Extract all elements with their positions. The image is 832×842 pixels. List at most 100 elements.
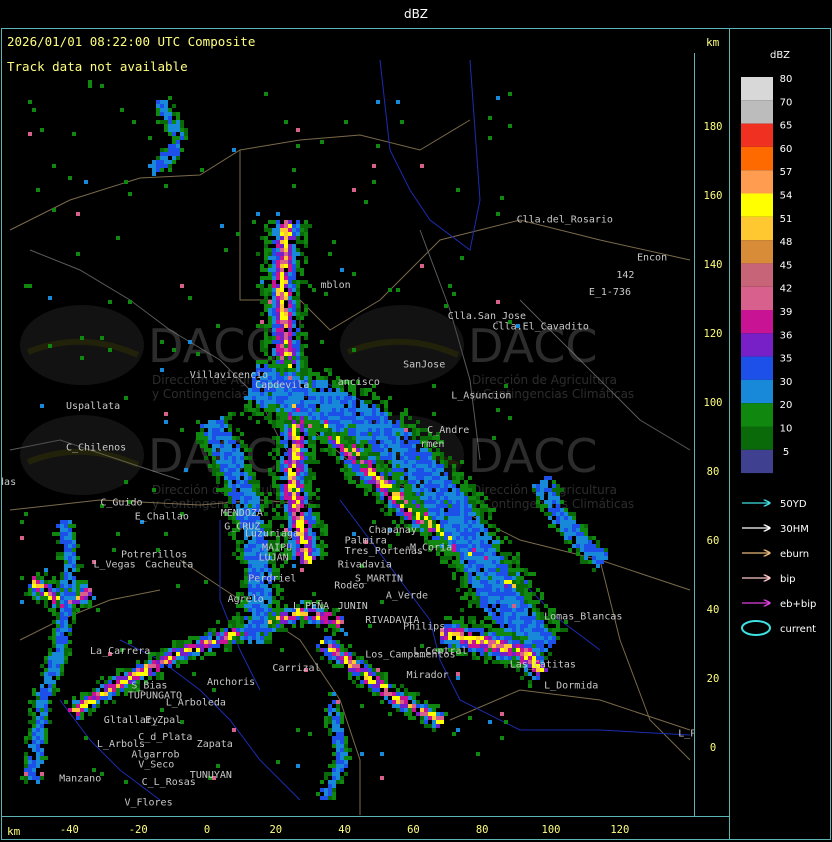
echo-pixel xyxy=(276,308,280,312)
echo-pixel xyxy=(304,552,308,556)
echo-pixel xyxy=(360,472,364,476)
echo-pixel xyxy=(296,240,300,244)
echo-pixel xyxy=(428,456,432,460)
echo-pixel xyxy=(364,448,368,452)
echo-pixel xyxy=(376,416,380,420)
echo-pixel xyxy=(276,264,280,268)
echo-pixel xyxy=(284,496,288,500)
echo-pixel xyxy=(268,368,272,372)
echo-pixel xyxy=(416,508,420,512)
echo-pixel xyxy=(452,512,456,516)
echo-pixel xyxy=(440,452,444,456)
echo-pixel xyxy=(280,308,284,312)
echo-pixel xyxy=(360,388,364,392)
echo-pixel xyxy=(368,388,372,392)
echo-pixel xyxy=(264,360,268,364)
echo-pixel xyxy=(300,392,304,396)
echo-pixel xyxy=(292,264,296,268)
radar-map[interactable]: DACCDirección de Agriculturay Contingenc… xyxy=(0,59,708,815)
echo-pixel xyxy=(352,480,356,484)
echo-pixel xyxy=(352,424,356,428)
echo-pixel xyxy=(292,404,296,408)
echo-pixel xyxy=(304,244,308,248)
echo-pixel xyxy=(368,416,372,420)
echo-pixel xyxy=(308,428,312,432)
echo-pixel xyxy=(360,448,364,452)
echo-pixel xyxy=(352,416,356,420)
echo-pixel xyxy=(420,464,424,468)
echo-pixel xyxy=(304,484,308,488)
echo-pixel xyxy=(492,508,496,512)
echo-pixel xyxy=(288,464,292,468)
echo-pixel xyxy=(328,440,332,444)
echo-pixel xyxy=(276,260,280,264)
echo-pixel xyxy=(496,560,500,564)
echo-pixel xyxy=(400,456,404,460)
echo-pixel xyxy=(284,460,288,464)
echo-pixel xyxy=(460,484,464,488)
echo-pixel xyxy=(392,452,396,456)
echo-pixel xyxy=(336,388,340,392)
echo-pixel xyxy=(396,500,400,504)
echo-pixel xyxy=(392,480,396,484)
echo-pixel xyxy=(328,424,332,428)
echo-pixel xyxy=(296,368,300,372)
echo-pixel xyxy=(296,356,300,360)
echo-pixel xyxy=(384,436,388,440)
echo-pixel xyxy=(292,496,296,500)
echo-pixel xyxy=(288,396,292,400)
echo-pixel xyxy=(388,488,392,492)
echo-pixel xyxy=(296,364,300,368)
echo-pixel xyxy=(360,468,364,472)
echo-pixel xyxy=(356,420,360,424)
echo-pixel xyxy=(300,416,304,420)
echo-pixel xyxy=(384,400,388,404)
echo-pixel xyxy=(264,344,268,348)
echo-pixel xyxy=(288,300,292,304)
echo-pixel xyxy=(284,256,288,260)
echo-pixel xyxy=(348,436,352,440)
echo-pixel xyxy=(280,468,284,472)
echo-pixel xyxy=(400,416,404,420)
echo-pixel xyxy=(296,544,300,548)
echo-pixel xyxy=(324,404,328,408)
echo-pixel xyxy=(348,468,352,472)
echo-pixel xyxy=(308,472,312,476)
echo-pixel xyxy=(344,392,348,396)
echo-pixel xyxy=(300,460,304,464)
echo-pixel xyxy=(376,488,380,492)
echo-pixel xyxy=(412,460,416,464)
echo-pixel xyxy=(376,496,380,500)
echo-pixel xyxy=(304,240,308,244)
echo-pixel xyxy=(328,452,332,456)
echo-pixel xyxy=(384,512,388,516)
echo-pixel xyxy=(392,464,396,468)
echo-pixel xyxy=(264,236,268,240)
echo-pixel xyxy=(316,548,320,552)
echo-pixel xyxy=(268,400,272,404)
echo-pixel xyxy=(272,436,276,440)
echo-pixel xyxy=(352,400,356,404)
echo-pixel xyxy=(416,452,420,456)
echo-pixel xyxy=(264,252,268,256)
echo-pixel xyxy=(408,512,412,516)
echo-pixel xyxy=(260,268,264,272)
echo-pixel xyxy=(368,428,372,432)
echo-pixel xyxy=(260,324,264,328)
echo-pixel xyxy=(412,488,416,492)
echo-pixel xyxy=(364,440,368,444)
echo-pixel xyxy=(244,408,248,412)
echo-pixel xyxy=(404,436,408,440)
echo-pixel xyxy=(292,444,296,448)
echo-pixel xyxy=(440,484,444,488)
echo-pixel xyxy=(280,460,284,464)
echo-pixel xyxy=(412,444,416,448)
echo-pixel xyxy=(392,520,396,524)
echo-pixel xyxy=(288,228,292,232)
echo-pixel xyxy=(316,396,320,400)
echo-pixel xyxy=(296,524,300,528)
echo-pixel xyxy=(296,444,300,448)
echo-pixel xyxy=(400,440,404,444)
echo-pixel xyxy=(368,472,372,476)
echo-pixel xyxy=(320,520,324,524)
